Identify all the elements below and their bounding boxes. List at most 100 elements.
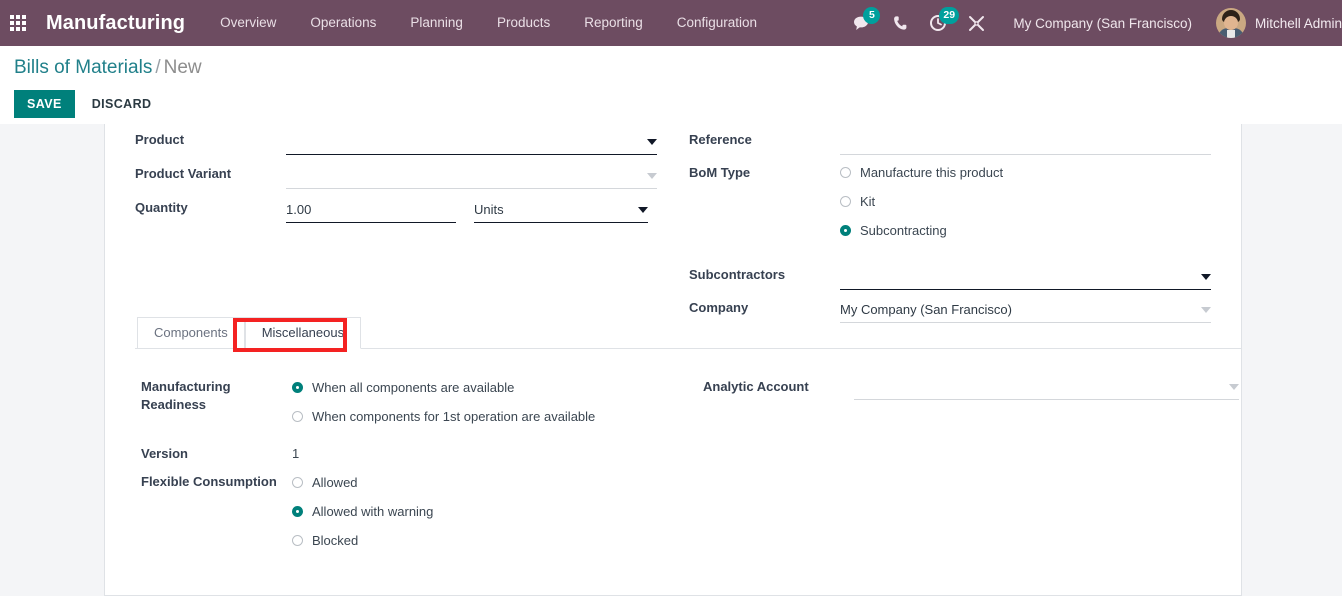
radio-label: Allowed with warning [312,504,433,519]
apps-grid-icon[interactable] [0,0,36,46]
form-content-area: Product Product Variant [0,124,1342,596]
tab-panel-miscellaneous: Manufacturing Readiness When all compone… [135,349,1242,555]
label-line-1: Manufacturing [141,378,292,396]
top-navbar: Manufacturing Overview Operations Planni… [0,0,1342,46]
misc-columns: Manufacturing Readiness When all compone… [135,373,1242,555]
field-product-input[interactable] [286,129,657,155]
chevron-down-icon[interactable] [638,207,648,213]
chevron-down-icon[interactable] [1201,274,1211,280]
form-columns: Product Product Variant [135,124,1211,323]
radio-readiness-all-components[interactable]: When all components are available [292,373,671,402]
field-uom-value: Units [474,202,632,217]
tab-components[interactable]: Components [137,317,245,348]
breadcrumb-separator: / [152,57,163,78]
form-column-right: Reference BoM Type Manufacture [689,124,1211,323]
field-analytic-account-label: Analytic Account [703,373,854,396]
field-quantity-value: 1.00 [286,202,456,217]
field-uom-input[interactable]: Units [474,197,648,223]
chevron-down-icon[interactable] [1201,307,1211,313]
field-product-label: Product [135,125,286,149]
radio-bom-type-kit[interactable]: Kit [840,187,1211,216]
radio-icon-selected[interactable] [292,506,303,517]
field-product-variant-label: Product Variant [135,159,286,183]
breadcrumb-current: New [164,57,202,78]
user-name-label: Mitchell Admin [1255,16,1342,31]
field-version-label: Version [141,440,292,463]
user-menu[interactable]: Mitchell Admin [1206,8,1342,38]
radio-icon-selected[interactable] [840,225,851,236]
radio-icon[interactable] [840,196,851,207]
field-company-value: My Company (San Francisco) [840,302,1195,317]
chevron-down-icon[interactable] [1229,384,1239,390]
navbar-right-tools: 5 29 My Company (San Francisco) [843,0,1342,46]
activities-button[interactable]: 29 [919,0,957,46]
menu-item-operations[interactable]: Operations [293,0,393,46]
radio-label: When all components are available [312,380,514,395]
label-line-2: Readiness [141,396,292,414]
phone-icon[interactable] [881,0,919,46]
field-product-variant-input[interactable] [286,163,657,189]
radio-icon[interactable] [292,477,303,488]
field-reference-row: Reference [689,125,1211,155]
save-button[interactable]: SAVE [14,90,75,118]
chevron-down-icon[interactable] [647,139,657,145]
field-bom-type-row: BoM Type Manufacture this product Kit [689,158,1211,245]
field-version-row: Version 1 [141,440,671,466]
field-manufacturing-readiness-label: Manufacturing Readiness [141,373,292,414]
company-switcher[interactable]: My Company (San Francisco) [995,16,1206,31]
field-manufacturing-readiness-row: Manufacturing Readiness When all compone… [141,373,671,431]
app-brand-title[interactable]: Manufacturing [36,12,203,35]
activities-badge: 29 [939,7,959,24]
radio-icon-selected[interactable] [292,382,303,393]
menu-item-reporting[interactable]: Reporting [567,0,660,46]
menu-item-products[interactable]: Products [480,0,567,46]
menu-item-overview[interactable]: Overview [203,0,293,46]
radio-label: Manufacture this product [860,165,1003,180]
breadcrumb-root[interactable]: Bills of Materials [14,57,152,78]
misc-column-left: Manufacturing Readiness When all compone… [135,373,671,555]
radio-bom-type-manufacture[interactable]: Manufacture this product [840,158,1211,187]
discard-button[interactable]: DISCARD [81,90,163,118]
form-sheet: Product Product Variant [104,124,1242,596]
radio-label: Subcontracting [860,223,947,238]
main-menu: Overview Operations Planning Products Re… [203,0,774,46]
radio-icon[interactable] [292,411,303,422]
field-subcontractors-row: Subcontractors [689,260,1211,290]
field-reference-label: Reference [689,125,840,149]
field-subcontractors-input[interactable] [840,264,1211,290]
form-column-left: Product Product Variant [135,124,657,323]
notebook-tabs: Components Miscellaneous [135,318,1242,349]
field-bom-type-label: BoM Type [689,158,840,182]
field-quantity-input[interactable]: 1.00 [286,197,456,223]
tab-miscellaneous[interactable]: Miscellaneous [245,317,361,349]
notebook: Components Miscellaneous Manufacturing R… [135,318,1242,555]
radio-label: When components for 1st operation are av… [312,409,595,424]
control-panel-buttons: SAVE DISCARD [14,90,1342,118]
radio-flexible-allowed-warning[interactable]: Allowed with warning [292,497,671,526]
messages-button[interactable]: 5 [843,0,881,46]
field-flexible-consumption-label: Flexible Consumption [141,468,292,491]
radio-bom-type-subcontracting[interactable]: Subcontracting [840,216,1211,245]
radio-flexible-blocked[interactable]: Blocked [292,526,671,555]
messages-badge: 5 [863,7,880,24]
radio-icon[interactable] [292,535,303,546]
chevron-down-icon[interactable] [647,173,657,179]
field-product-row: Product [135,125,657,155]
field-quantity-row: Quantity 1.00 Units [135,193,657,223]
radio-label: Kit [860,194,875,209]
field-analytic-account-input[interactable] [854,374,1239,400]
radio-icon[interactable] [840,167,851,178]
control-panel: Bills of Materials/New SAVE DISCARD [0,46,1342,124]
field-product-variant-row: Product Variant [135,159,657,189]
radio-label: Blocked [312,533,358,548]
radio-label: Allowed [312,475,358,490]
radio-flexible-allowed[interactable]: Allowed [292,468,671,497]
field-reference-input[interactable] [840,129,1211,155]
radio-readiness-first-operation[interactable]: When components for 1st operation are av… [292,402,671,431]
menu-item-configuration[interactable]: Configuration [660,0,774,46]
field-quantity-label: Quantity [135,193,286,217]
menu-item-planning[interactable]: Planning [393,0,480,46]
avatar [1216,8,1246,38]
wrench-tools-icon[interactable] [957,0,995,46]
field-company-label: Company [689,293,840,317]
